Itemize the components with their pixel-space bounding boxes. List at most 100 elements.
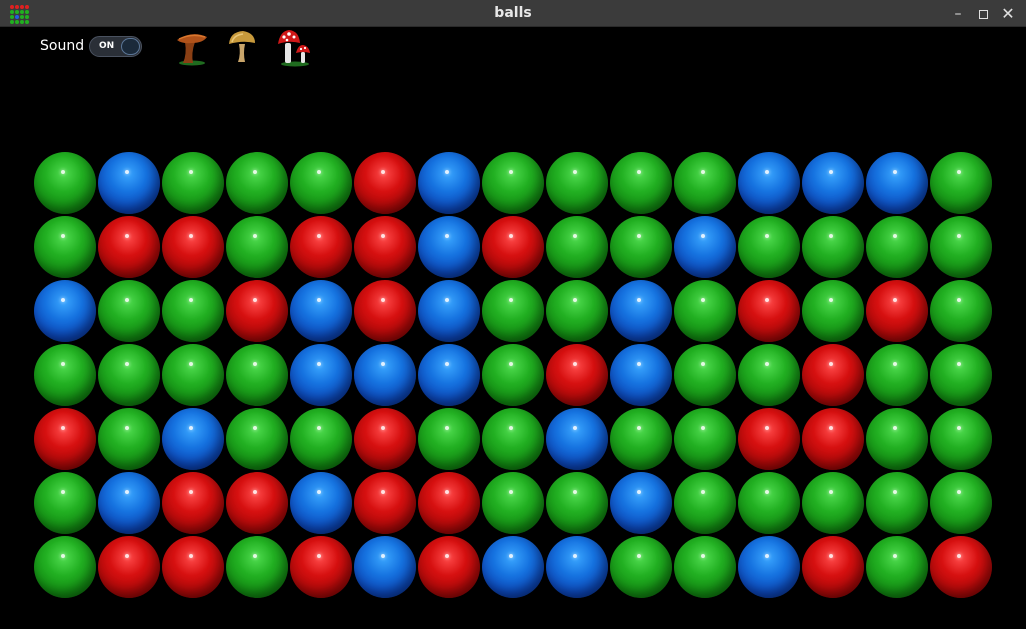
blue-ball[interactable] xyxy=(610,472,672,534)
green-ball[interactable] xyxy=(482,152,544,214)
blue-ball[interactable] xyxy=(98,472,160,534)
blue-ball[interactable] xyxy=(290,472,352,534)
green-ball[interactable] xyxy=(802,472,864,534)
minimize-button[interactable]: – xyxy=(947,3,969,25)
sound-toggle[interactable]: ON xyxy=(89,36,142,57)
green-ball[interactable] xyxy=(34,216,96,278)
green-ball[interactable] xyxy=(418,408,480,470)
green-ball[interactable] xyxy=(674,472,736,534)
green-ball[interactable] xyxy=(290,152,352,214)
blue-ball[interactable] xyxy=(546,536,608,598)
red-ball[interactable] xyxy=(802,536,864,598)
green-ball[interactable] xyxy=(738,472,800,534)
blue-ball[interactable] xyxy=(546,408,608,470)
red-ball[interactable] xyxy=(226,280,288,342)
green-ball[interactable] xyxy=(930,280,992,342)
maximize-button[interactable] xyxy=(972,3,994,25)
red-ball[interactable] xyxy=(418,536,480,598)
close-button[interactable]: ✕ xyxy=(997,3,1019,25)
red-ball[interactable] xyxy=(866,280,928,342)
green-ball[interactable] xyxy=(34,344,96,406)
green-ball[interactable] xyxy=(802,216,864,278)
green-ball[interactable] xyxy=(226,344,288,406)
green-ball[interactable] xyxy=(482,280,544,342)
blue-ball[interactable] xyxy=(610,280,672,342)
green-ball[interactable] xyxy=(482,472,544,534)
blue-ball[interactable] xyxy=(418,152,480,214)
green-ball[interactable] xyxy=(866,344,928,406)
green-ball[interactable] xyxy=(610,216,672,278)
green-ball[interactable] xyxy=(482,408,544,470)
green-ball[interactable] xyxy=(802,280,864,342)
green-ball[interactable] xyxy=(162,152,224,214)
green-ball[interactable] xyxy=(610,536,672,598)
red-ball[interactable] xyxy=(354,216,416,278)
green-ball[interactable] xyxy=(546,472,608,534)
green-ball[interactable] xyxy=(866,216,928,278)
green-ball[interactable] xyxy=(738,216,800,278)
green-ball[interactable] xyxy=(866,408,928,470)
mushroom-brown-icon[interactable] xyxy=(173,28,211,68)
blue-ball[interactable] xyxy=(354,344,416,406)
blue-ball[interactable] xyxy=(674,216,736,278)
red-ball[interactable] xyxy=(738,280,800,342)
blue-ball[interactable] xyxy=(290,344,352,406)
red-ball[interactable] xyxy=(546,344,608,406)
red-ball[interactable] xyxy=(482,216,544,278)
blue-ball[interactable] xyxy=(418,344,480,406)
red-ball[interactable] xyxy=(162,216,224,278)
green-ball[interactable] xyxy=(226,216,288,278)
red-ball[interactable] xyxy=(290,536,352,598)
blue-ball[interactable] xyxy=(610,344,672,406)
green-ball[interactable] xyxy=(546,216,608,278)
green-ball[interactable] xyxy=(610,408,672,470)
blue-ball[interactable] xyxy=(738,536,800,598)
red-ball[interactable] xyxy=(354,472,416,534)
red-ball[interactable] xyxy=(354,280,416,342)
blue-ball[interactable] xyxy=(290,280,352,342)
green-ball[interactable] xyxy=(98,344,160,406)
green-ball[interactable] xyxy=(226,152,288,214)
green-ball[interactable] xyxy=(930,344,992,406)
green-ball[interactable] xyxy=(674,344,736,406)
green-ball[interactable] xyxy=(162,280,224,342)
green-ball[interactable] xyxy=(930,216,992,278)
red-ball[interactable] xyxy=(930,536,992,598)
green-ball[interactable] xyxy=(34,472,96,534)
blue-ball[interactable] xyxy=(482,536,544,598)
green-ball[interactable] xyxy=(546,152,608,214)
blue-ball[interactable] xyxy=(98,152,160,214)
green-ball[interactable] xyxy=(738,344,800,406)
mushroom-tan-icon[interactable] xyxy=(224,28,262,68)
blue-ball[interactable] xyxy=(354,536,416,598)
red-ball[interactable] xyxy=(418,472,480,534)
green-ball[interactable] xyxy=(930,408,992,470)
green-ball[interactable] xyxy=(866,472,928,534)
green-ball[interactable] xyxy=(674,408,736,470)
green-ball[interactable] xyxy=(546,280,608,342)
blue-ball[interactable] xyxy=(866,152,928,214)
red-ball[interactable] xyxy=(34,408,96,470)
red-ball[interactable] xyxy=(98,536,160,598)
green-ball[interactable] xyxy=(674,536,736,598)
red-ball[interactable] xyxy=(354,408,416,470)
blue-ball[interactable] xyxy=(802,152,864,214)
red-ball[interactable] xyxy=(98,216,160,278)
green-ball[interactable] xyxy=(226,536,288,598)
green-ball[interactable] xyxy=(98,408,160,470)
green-ball[interactable] xyxy=(930,472,992,534)
red-ball[interactable] xyxy=(226,472,288,534)
green-ball[interactable] xyxy=(98,280,160,342)
red-ball[interactable] xyxy=(738,408,800,470)
red-ball[interactable] xyxy=(162,536,224,598)
mushroom-red-spotted-icon[interactable] xyxy=(276,28,314,68)
red-ball[interactable] xyxy=(162,472,224,534)
green-ball[interactable] xyxy=(930,152,992,214)
red-ball[interactable] xyxy=(354,152,416,214)
green-ball[interactable] xyxy=(674,280,736,342)
green-ball[interactable] xyxy=(674,152,736,214)
red-ball[interactable] xyxy=(802,408,864,470)
green-ball[interactable] xyxy=(866,536,928,598)
green-ball[interactable] xyxy=(34,536,96,598)
green-ball[interactable] xyxy=(162,344,224,406)
